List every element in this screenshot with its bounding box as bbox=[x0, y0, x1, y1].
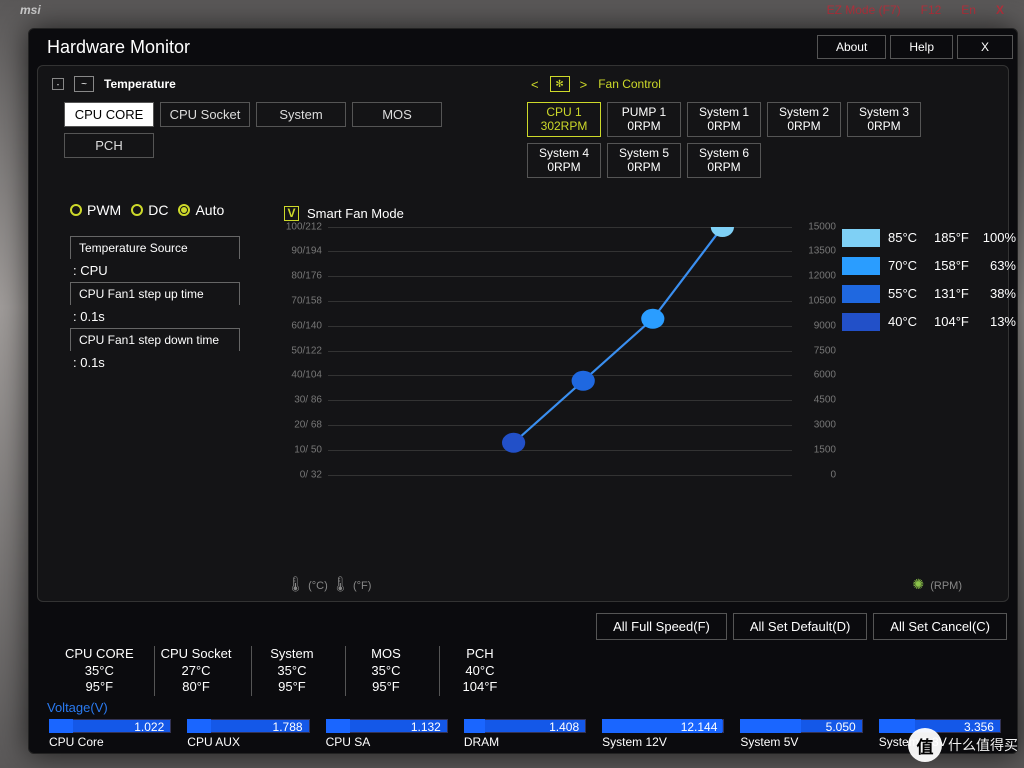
arrow-right-icon[interactable]: > bbox=[580, 77, 589, 92]
temp-readout-mos: MOS35°C95°F bbox=[345, 646, 425, 696]
fan-icon: ✻ bbox=[550, 76, 570, 92]
group-cpu-fan1-step-up-time[interactable]: CPU Fan1 step up time bbox=[70, 282, 240, 305]
f12-label[interactable]: F12 bbox=[921, 3, 942, 17]
temp-button-cpu-socket[interactable]: CPU Socket bbox=[160, 102, 250, 127]
action-all-set-cancel-c-[interactable]: All Set Cancel(C) bbox=[873, 613, 1007, 640]
radio-label-dc: DC bbox=[148, 202, 168, 218]
temp-button-system[interactable]: System bbox=[256, 102, 346, 127]
hardware-monitor-window: Hardware Monitor About Help X - ~ Temper… bbox=[28, 28, 1018, 754]
fan-button-system-3[interactable]: System 30RPM bbox=[847, 102, 921, 137]
temp-readout-cpu-core: CPU CORE35°C95°F bbox=[59, 646, 140, 696]
temp-readout-pch: PCH40°C104°F bbox=[439, 646, 519, 696]
fan-button-system-5[interactable]: System 50RPM bbox=[607, 143, 681, 178]
watermark: 值 什么值得买 bbox=[908, 728, 1018, 762]
voltage-cpu-aux: 1.788CPU AUX bbox=[187, 719, 309, 749]
fan-curve-point-0[interactable] bbox=[502, 432, 525, 452]
group-value: : CPU bbox=[70, 259, 264, 282]
arrow-left-icon[interactable]: < bbox=[531, 77, 540, 92]
legend-row[interactable]: 85°C185°F100% bbox=[842, 229, 992, 247]
legend-swatch bbox=[842, 229, 880, 247]
fan-button-system-6[interactable]: System 60RPM bbox=[687, 143, 761, 178]
smart-fan-checkbox[interactable]: V bbox=[284, 206, 299, 221]
voltage-dram: 1.408DRAM bbox=[464, 719, 586, 749]
temp-button-mos[interactable]: MOS bbox=[352, 102, 442, 127]
legend-row[interactable]: 70°C158°F63% bbox=[842, 257, 992, 275]
fan-curve-chart[interactable]: 100/2121500090/1941350080/1761200070/158… bbox=[276, 227, 836, 475]
group-cpu-fan1-step-down-time[interactable]: CPU Fan1 step down time bbox=[70, 328, 240, 351]
fan-button-system-4[interactable]: System 40RPM bbox=[527, 143, 601, 178]
group-value: : 0.1s bbox=[70, 351, 264, 374]
group-value: : 0.1s bbox=[70, 305, 264, 328]
fan-button-system-2[interactable]: System 20RPM bbox=[767, 102, 841, 137]
temp-readout-cpu-socket: CPU Socket27°C80°F bbox=[154, 646, 238, 696]
tab-temperature[interactable]: Temperature bbox=[104, 77, 176, 91]
legend-swatch bbox=[842, 257, 880, 275]
collapse-icon[interactable]: - bbox=[52, 78, 64, 90]
fan-button-pump-1[interactable]: PUMP 10RPM bbox=[607, 102, 681, 137]
tab-fan-control[interactable]: Fan Control bbox=[598, 77, 661, 91]
temperature-icon: ~ bbox=[74, 76, 94, 92]
temp-button-pch[interactable]: PCH bbox=[64, 133, 154, 158]
voltage-cpu-core: 1.022CPU Core bbox=[49, 719, 171, 749]
fan-curve-point-2[interactable] bbox=[641, 308, 664, 328]
group-temperature-source[interactable]: Temperature Source bbox=[70, 236, 240, 259]
legend-row[interactable]: 55°C131°F38% bbox=[842, 285, 992, 303]
ez-mode-label[interactable]: EZ Mode (F7) bbox=[827, 3, 901, 17]
radio-label-auto: Auto bbox=[195, 202, 224, 218]
backdrop-close[interactable]: X bbox=[996, 3, 1004, 17]
voltage-cpu-sa: 1.132CPU SA bbox=[326, 719, 448, 749]
action-all-set-default-d-[interactable]: All Set Default(D) bbox=[733, 613, 867, 640]
help-button[interactable]: Help bbox=[890, 35, 953, 59]
legend-swatch bbox=[842, 285, 880, 303]
fan-mode-radios: PWM DC Auto bbox=[70, 202, 264, 218]
lang-label[interactable]: En bbox=[961, 3, 976, 17]
action-all-full-speed-f-[interactable]: All Full Speed(F) bbox=[596, 613, 727, 640]
voltage-system-12v: 12.144System 12V bbox=[602, 719, 724, 749]
fan-button-cpu-1[interactable]: CPU 1302RPM bbox=[527, 102, 601, 137]
radio-label-pwm: PWM bbox=[87, 202, 121, 218]
radio-dc[interactable] bbox=[131, 204, 143, 216]
fan-curve-point-3[interactable] bbox=[711, 227, 734, 237]
temp-button-cpu-core[interactable]: CPU CORE bbox=[64, 102, 154, 127]
y-axis-unit-rpm: ✺ (RPM) bbox=[912, 576, 962, 593]
radio-pwm[interactable] bbox=[70, 204, 82, 216]
voltage-system-5v: 5.050System 5V bbox=[740, 719, 862, 749]
msi-logo: msi bbox=[20, 3, 41, 17]
x-axis-units: 🌡 (°C) 🌡 (°F) bbox=[286, 575, 371, 593]
temp-readout-system: System35°C95°F bbox=[251, 646, 331, 696]
fan-button-system-1[interactable]: System 10RPM bbox=[687, 102, 761, 137]
smart-fan-label: Smart Fan Mode bbox=[307, 206, 404, 221]
window-title: Hardware Monitor bbox=[47, 37, 190, 58]
fan-curve-point-1[interactable] bbox=[572, 370, 595, 390]
radio-auto[interactable] bbox=[178, 204, 190, 216]
legend-row[interactable]: 40°C104°F13% bbox=[842, 313, 992, 331]
voltage-section-label: Voltage(V) bbox=[29, 700, 1017, 719]
about-button[interactable]: About bbox=[817, 35, 886, 59]
close-button[interactable]: X bbox=[957, 35, 1013, 59]
legend-swatch bbox=[842, 313, 880, 331]
